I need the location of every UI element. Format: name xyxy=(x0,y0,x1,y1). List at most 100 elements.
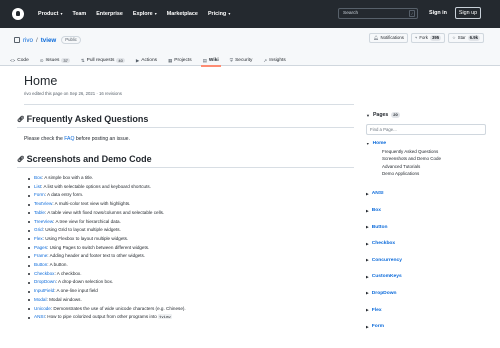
notifications-button[interactable]: 🔔︎ Notifications xyxy=(369,33,408,43)
demo-desc: : Modal windows. xyxy=(46,296,82,302)
wiki-content: Home rivo edited this page on Sep 26, 20… xyxy=(17,74,354,322)
demo-desc: : A table view with fixed rows/columns a… xyxy=(44,209,165,215)
triangle-right-icon: ▶ xyxy=(366,308,369,313)
search-placeholder: Search xyxy=(343,11,359,16)
demo-link-modal[interactable]: Modal xyxy=(34,297,47,302)
demo-link-grid[interactable]: Grid xyxy=(34,227,43,232)
tab-label: Pull requests xyxy=(86,58,115,63)
sidebar-page-concurrency[interactable]: ▶ Concurrency xyxy=(366,252,486,269)
demo-link-dropdown[interactable]: DropDown xyxy=(34,279,56,284)
triangle-down-icon: ▼ xyxy=(366,112,370,118)
triangle-right-icon: ▶ xyxy=(366,191,369,196)
list-item: Table: A table view with fixed rows/colu… xyxy=(28,209,354,218)
link-icon[interactable]: 🔗︎ xyxy=(17,156,25,163)
sidebar-page-form[interactable]: ▶ Form xyxy=(366,318,486,335)
demo-link-frame[interactable]: Frame xyxy=(34,253,47,258)
tab-code[interactable]: <> Code xyxy=(10,55,29,66)
section-link[interactable]: Demo Applications xyxy=(382,170,486,177)
sidebar-page-flex[interactable]: ▶ Flex xyxy=(366,302,486,319)
star-button[interactable]: ☆ Star 6.9k xyxy=(448,33,484,43)
tab-count: 37 xyxy=(61,57,70,64)
demo-link-treeview[interactable]: TreeView xyxy=(34,219,53,224)
list-item: Frame: Adding header and footer text to … xyxy=(28,252,354,261)
wiki-sidebar: ▼ Pages 20 Find a Page... ▼ Home Frequen… xyxy=(366,112,486,335)
demo-desc: : A one-line input field xyxy=(54,288,98,294)
section-link[interactable]: Screenshots and Demo Code xyxy=(382,155,486,162)
sign-up-button[interactable]: Sign up xyxy=(455,7,481,19)
nav-product[interactable]: Product ▾ xyxy=(38,11,63,17)
code-icon: <> xyxy=(10,58,16,63)
sidebar-page-ansi[interactable]: ▶ ANSI xyxy=(366,186,486,203)
tab-label: Issues xyxy=(45,58,60,63)
fork-button[interactable]: ⑂ Fork 395 xyxy=(410,33,446,43)
faq-link[interactable]: FAQ xyxy=(64,136,74,142)
demo-link-unicode[interactable]: Unicode xyxy=(34,306,51,311)
demo-desc: : Using Pages to switch between differen… xyxy=(47,244,150,250)
sidebar-page-checkbox[interactable]: ▶ Checkbox xyxy=(366,235,486,252)
demo-link-checkbox[interactable]: Checkbox xyxy=(34,271,54,276)
section-link[interactable]: Advanced Tutorials xyxy=(382,163,486,170)
page-link-label: Box xyxy=(371,208,382,214)
demo-link-button[interactable]: Button xyxy=(34,262,47,267)
demo-link-textview[interactable]: TextView xyxy=(34,201,52,206)
tab-projects[interactable]: ▦ Projects xyxy=(168,55,192,66)
nav-marketplace[interactable]: Marketplace xyxy=(167,11,198,17)
sidebar-page-box[interactable]: ▶ Box xyxy=(366,202,486,219)
nav-team[interactable]: Team xyxy=(73,11,87,17)
list-item: Modal: Modal windows. xyxy=(28,296,354,305)
sign-in-link[interactable]: Sign in xyxy=(429,10,447,16)
page-link-label: ANSI xyxy=(371,191,384,197)
demo-link-form[interactable]: Form xyxy=(34,192,45,197)
sidebar-page-home[interactable]: ▼ Home xyxy=(366,141,486,146)
faq-text: Please check the xyxy=(24,136,65,142)
demo-link-box[interactable]: Box xyxy=(34,175,42,180)
repo-title: rivo / tview Public xyxy=(14,36,81,44)
triangle-right-icon: ▶ xyxy=(366,258,369,263)
tab-insights[interactable]: ↗ Insights xyxy=(263,55,285,66)
tab-security[interactable]: ⛨ Security xyxy=(230,55,253,66)
find-page-input[interactable]: Find a Page... xyxy=(366,124,486,135)
demo-link-pages[interactable]: Pages xyxy=(34,245,47,250)
demo-desc: : A button. xyxy=(47,262,68,268)
page-meta: rivo edited this page on Sep 26, 2021 · … xyxy=(24,91,354,105)
nav-pricing[interactable]: Pricing ▾ xyxy=(208,11,230,17)
star-label: Star xyxy=(457,35,466,40)
nav-enterprise[interactable]: Enterprise xyxy=(96,11,123,17)
demo-desc: : Adding header and footer text to other… xyxy=(47,253,146,259)
triangle-right-icon: ▶ xyxy=(366,208,369,213)
repo-actions: 🔔︎ Notifications ⑂ Fork 395 ☆ Star 6.9k xyxy=(369,33,484,43)
demo-link-table[interactable]: Table xyxy=(34,210,45,215)
demo-desc: : Using Grid to layout multiple widgets. xyxy=(42,227,121,233)
page-title: Home xyxy=(24,74,58,88)
fork-count: 395 xyxy=(429,35,442,41)
tab-actions[interactable]: ▶ Actions xyxy=(136,55,157,66)
pages-header[interactable]: ▼ Pages 20 xyxy=(366,112,486,118)
tab-pull-requests[interactable]: ⇅ Pull requests 40 xyxy=(81,55,125,66)
page-link-label: Checkbox xyxy=(371,241,396,247)
triangle-down-icon: ▼ xyxy=(366,141,370,146)
graph-icon: ↗ xyxy=(263,57,268,63)
sidebar-page-dropdown[interactable]: ▶ DropDown xyxy=(366,285,486,302)
github-logo-icon[interactable] xyxy=(12,8,24,20)
chevron-down-icon: ▾ xyxy=(153,11,157,16)
section-link[interactable]: Frequently Asked Questions xyxy=(382,148,486,155)
list-item: Form: A data entry form. xyxy=(28,191,354,200)
demo-desc: : A checkbox. xyxy=(54,270,82,276)
page-link-label: Home xyxy=(372,141,387,146)
sidebar-page-button[interactable]: ▶ Button xyxy=(366,219,486,236)
repo-owner-link[interactable]: rivo xyxy=(23,37,33,44)
demo-desc: : A data entry form. xyxy=(44,192,84,198)
link-icon[interactable]: 🔗︎ xyxy=(17,116,25,123)
demo-link-flex[interactable]: Flex xyxy=(34,236,43,241)
sidebar-page-customkeys[interactable]: ▶ CustomKeys xyxy=(366,269,486,286)
search-input[interactable]: Search / xyxy=(338,8,418,19)
tab-issues[interactable]: ⊙ Issues 37 xyxy=(40,55,70,66)
faq-paragraph: Please check the FAQ before posting an i… xyxy=(24,136,354,142)
demo-list: Box: A simple box with a title. List: A … xyxy=(28,174,354,322)
repo-name-link[interactable]: tview xyxy=(41,37,56,44)
tab-wiki[interactable]: ▤ Wiki xyxy=(200,55,221,67)
demo-link-ansi[interactable]: ANSI xyxy=(34,314,45,319)
demo-link-inputfield[interactable]: InputField xyxy=(34,288,54,293)
list-item: ANSI: How to pipe colorized output from … xyxy=(28,313,354,322)
nav-explore[interactable]: Explore ▾ xyxy=(133,11,157,17)
